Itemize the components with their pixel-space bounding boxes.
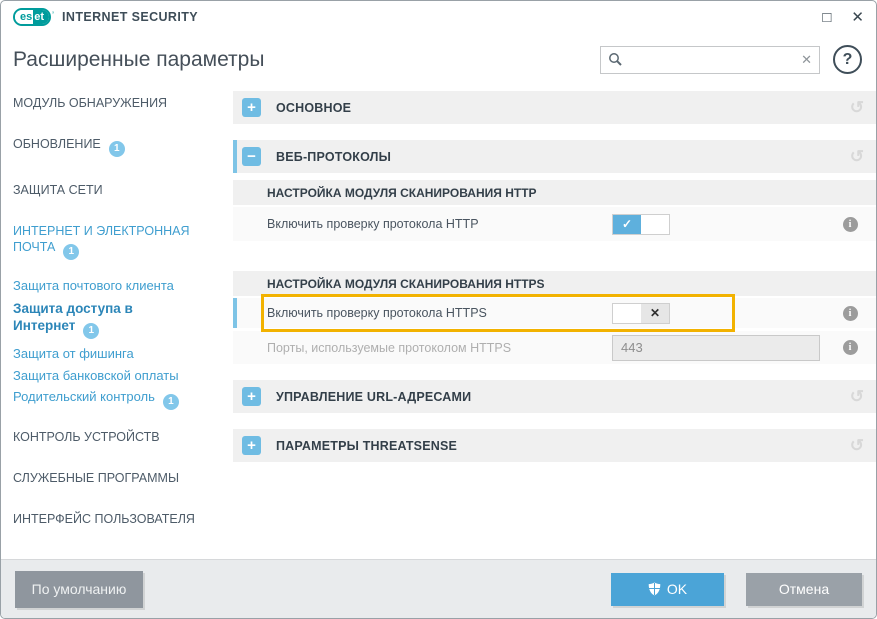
cancel-button[interactable]: Отмена bbox=[746, 573, 862, 606]
eset-logo-right: et bbox=[33, 10, 49, 24]
product-name: INTERNET SECURITY bbox=[62, 10, 198, 24]
shield-icon bbox=[648, 582, 661, 596]
settings-content: + ОСНОВНОЕ ↺ − ВЕБ-ПРОТОКОЛЫ ↺ НАСТРОЙКА… bbox=[233, 91, 876, 559]
ok-button[interactable]: OK bbox=[611, 573, 724, 606]
sidebar-item-anti-phishing[interactable]: Защита от фишинга bbox=[13, 346, 223, 363]
search-icon bbox=[608, 52, 623, 67]
sidebar-item-tools[interactable]: СЛУЖЕБНЫЕ ПРОГРАММЫ bbox=[13, 470, 223, 486]
collapse-icon[interactable]: − bbox=[242, 147, 261, 166]
eset-logo-left: es bbox=[15, 10, 33, 24]
sidebar-item-banking-protection[interactable]: Защита банковской оплаты bbox=[13, 368, 223, 385]
http-check-toggle[interactable]: ✓ bbox=[612, 214, 670, 235]
https-ports-label: Порты, используемые протоколом HTTPS bbox=[267, 341, 612, 355]
toggle-cross-icon: ✕ bbox=[641, 304, 669, 323]
default-button[interactable]: По умолчанию bbox=[15, 571, 143, 608]
section-web-protocols[interactable]: − ВЕБ-ПРОТОКОЛЫ ↺ bbox=[233, 140, 876, 173]
revert-icon[interactable]: ↺ bbox=[850, 99, 864, 116]
eset-settings-window: es et ’ INTERNET SECURITY □ ✕ Расширенны… bbox=[0, 0, 877, 619]
sidebar-item-update[interactable]: ОБНОВЛЕНИЕ1 bbox=[13, 136, 223, 157]
http-scanner-setup-title: НАСТРОЙКА МОДУЛЯ СКАНИРОВАНИЯ HTTP bbox=[233, 180, 876, 205]
web-access-badge: 1 bbox=[83, 323, 99, 339]
toggle-check-icon: ✓ bbox=[613, 215, 641, 234]
https-check-label: Включить проверку протокола HTTPS bbox=[267, 306, 612, 320]
close-button[interactable]: ✕ bbox=[851, 10, 864, 25]
page-header: Расширенные параметры ✕ ? bbox=[1, 33, 876, 84]
eset-logo: es et bbox=[13, 8, 51, 26]
sidebar-item-email-client-protection[interactable]: Защита почтового клиента bbox=[13, 278, 223, 295]
revert-icon[interactable]: ↺ bbox=[850, 148, 864, 165]
https-check-toggle[interactable]: ✕ bbox=[612, 303, 670, 324]
sidebar-item-detection-engine[interactable]: МОДУЛЬ ОБНАРУЖЕНИЯ bbox=[13, 95, 223, 111]
eset-logo-mark: ’ bbox=[52, 10, 54, 20]
https-scanner-setup-title: НАСТРОЙКА МОДУЛЯ СКАНИРОВАНИЯ HTTPS bbox=[233, 271, 876, 296]
info-icon[interactable]: i bbox=[843, 340, 858, 355]
section-url-management[interactable]: + УПРАВЛЕНИЕ URL-АДРЕСАМИ ↺ bbox=[233, 380, 876, 413]
footer-bar: По умолчанию OK Отмена bbox=[1, 559, 876, 618]
https-ports-row: Порты, используемые протоколом HTTPS i bbox=[233, 331, 876, 364]
sidebar-item-parental-control[interactable]: Родительский контроль1 bbox=[13, 389, 223, 410]
maximize-button[interactable]: □ bbox=[822, 10, 831, 25]
http-check-label: Включить проверку протокола HTTP bbox=[267, 217, 612, 231]
section-basic[interactable]: + ОСНОВНОЕ ↺ bbox=[233, 91, 876, 124]
https-check-row-wrap: Включить проверку протокола HTTPS ✕ i bbox=[233, 298, 876, 328]
https-ports-input[interactable] bbox=[612, 335, 820, 361]
sidebar: МОДУЛЬ ОБНАРУЖЕНИЯ ОБНОВЛЕНИЕ1 ЗАЩИТА СЕ… bbox=[1, 87, 233, 559]
web-email-badge: 1 bbox=[63, 244, 79, 260]
sidebar-item-web-access-protection[interactable]: Защита доступа в Интернет1 bbox=[13, 300, 198, 339]
https-check-row: Включить проверку протокола HTTPS ✕ i bbox=[233, 298, 876, 328]
http-check-row: Включить проверку протокола HTTP ✓ i bbox=[233, 207, 876, 241]
window-controls: □ ✕ bbox=[822, 10, 864, 25]
page-title: Расширенные параметры bbox=[13, 48, 264, 72]
ok-button-label: OK bbox=[667, 581, 687, 597]
parental-badge: 1 bbox=[163, 394, 179, 410]
expand-icon[interactable]: + bbox=[242, 98, 261, 117]
sidebar-item-device-control[interactable]: КОНТРОЛЬ УСТРОЙСТВ bbox=[13, 429, 223, 445]
search-box[interactable]: ✕ bbox=[600, 46, 820, 74]
help-button[interactable]: ? bbox=[833, 45, 862, 74]
titlebar: es et ’ INTERNET SECURITY □ ✕ bbox=[1, 1, 876, 33]
active-section-accent bbox=[233, 140, 237, 173]
expand-icon[interactable]: + bbox=[242, 387, 261, 406]
section-threatsense[interactable]: + ПАРАМЕТРЫ THREATSENSE ↺ bbox=[233, 429, 876, 462]
sidebar-item-web-and-email[interactable]: ИНТЕРНЕТ И ЭЛЕКТРОННАЯ ПОЧТА1 bbox=[13, 223, 223, 260]
expand-icon[interactable]: + bbox=[242, 436, 261, 455]
info-icon[interactable]: i bbox=[843, 306, 858, 321]
search-input[interactable] bbox=[623, 52, 797, 67]
sidebar-spacer bbox=[13, 415, 223, 429]
info-icon[interactable]: i bbox=[843, 217, 858, 232]
revert-icon[interactable]: ↺ bbox=[850, 437, 864, 454]
section-spacer bbox=[233, 243, 876, 271]
update-badge: 1 bbox=[109, 141, 125, 157]
active-row-accent bbox=[233, 298, 237, 328]
revert-icon[interactable]: ↺ bbox=[850, 388, 864, 405]
sidebar-item-network-protection[interactable]: ЗАЩИТА СЕТИ bbox=[13, 182, 223, 198]
search-clear-icon[interactable]: ✕ bbox=[797, 52, 812, 68]
sidebar-item-user-interface[interactable]: ИНТЕРФЕЙС ПОЛЬЗОВАТЕЛЯ bbox=[13, 511, 223, 527]
